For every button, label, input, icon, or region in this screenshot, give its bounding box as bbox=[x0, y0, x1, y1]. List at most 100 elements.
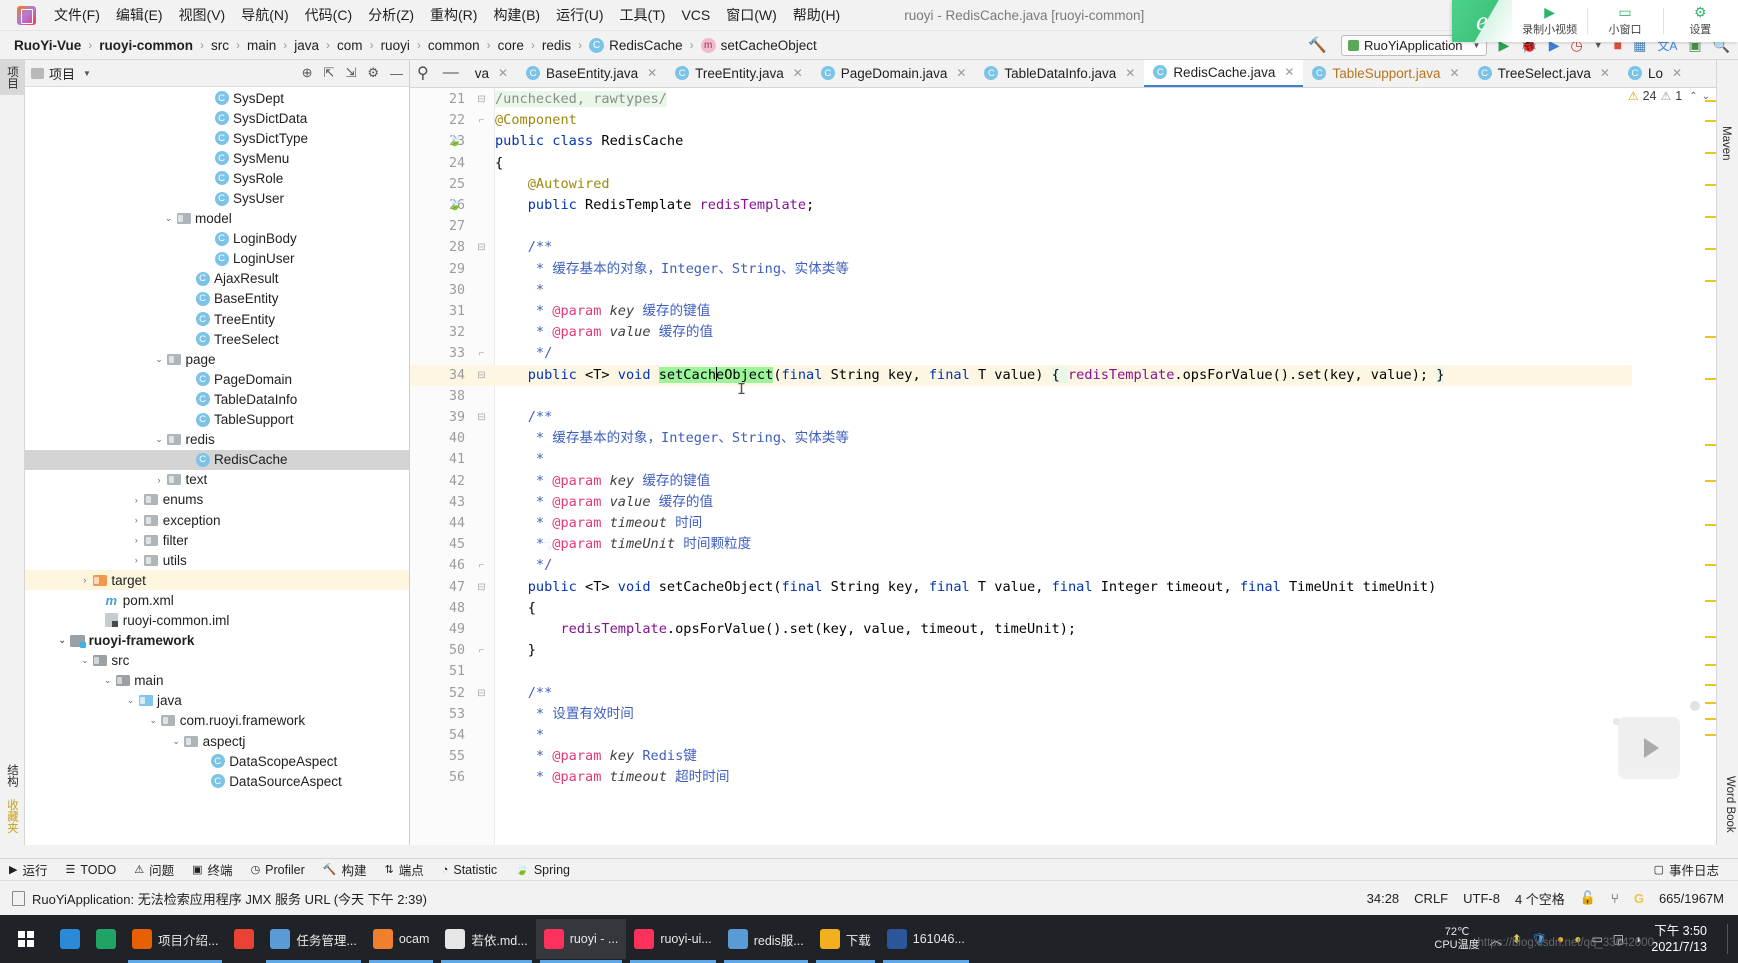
menu-item-12[interactable]: 帮助(H) bbox=[785, 2, 848, 28]
spring-bean-gutter-icon[interactable]: 🍃 bbox=[448, 131, 462, 152]
tree-node-tabledatainfo[interactable]: ›CTableDataInfo bbox=[25, 389, 409, 409]
tool-button-spring[interactable]: 🍃 Spring bbox=[506, 863, 579, 877]
collapse-all-icon[interactable]: ⇱ bbox=[324, 65, 335, 81]
close-tab-icon[interactable]: ✕ bbox=[1450, 66, 1460, 80]
inspection-marker-9[interactable] bbox=[1705, 444, 1716, 447]
inspection-marker-7[interactable] bbox=[1705, 336, 1716, 339]
menu-item-5[interactable]: 分析(Z) bbox=[360, 2, 422, 28]
inspection-marker-19[interactable] bbox=[1705, 734, 1716, 737]
code-line-32[interactable]: * @param value 缓存的值 bbox=[495, 322, 713, 343]
taskbar-ocam-icon[interactable]: ocam bbox=[365, 919, 438, 963]
editor-tab-bar[interactable]: ⚲ — va ✕ C BaseEntity.java ✕ C TreeEntity.java… bbox=[410, 60, 1738, 88]
video-camera-icon[interactable]: ▶ 录制小视频 bbox=[1512, 0, 1587, 42]
taskbar-typora-icon[interactable]: 若依.md... bbox=[437, 919, 535, 963]
code-line-44[interactable]: * @param timeout 时间 bbox=[495, 513, 702, 534]
tool-button-todo[interactable]: ☰ TODO bbox=[56, 863, 125, 877]
tree-node-main[interactable]: ⌄ main bbox=[25, 671, 409, 691]
code-line-25[interactable]: @Autowired bbox=[495, 174, 610, 195]
tool-button--[interactable]: ▣ 终端 bbox=[183, 860, 241, 879]
code-fold-toggle[interactable]: ⊟ bbox=[475, 365, 488, 386]
taskbar-firefox-icon[interactable]: 项目介绍... bbox=[124, 919, 226, 963]
menu-item-0[interactable]: 文件(F) bbox=[46, 2, 108, 28]
project-tree[interactable]: › C SysDept › C SysDictData › C SysDictType › C Sys… bbox=[25, 87, 409, 845]
tree-expand-arrow[interactable]: ⌄ bbox=[170, 736, 183, 747]
tree-node-utils[interactable]: › utils bbox=[25, 550, 409, 570]
status-file-encoding[interactable]: UTF-8 bbox=[1463, 891, 1500, 906]
code-line-41[interactable]: * bbox=[495, 449, 544, 470]
tree-node-sysuser[interactable]: ›CSysUser bbox=[25, 188, 409, 208]
editor-tab-treeselect-java[interactable]: C TreeSelect.java ✕ bbox=[1469, 60, 1619, 87]
editor-tab-baseentity-java[interactable]: C BaseEntity.java ✕ bbox=[517, 60, 666, 87]
status-memory-indicator[interactable]: 665/1967M bbox=[1659, 891, 1724, 906]
taskbar-edge-legacy-icon[interactable] bbox=[88, 919, 124, 959]
tree-node-ajaxresult[interactable]: ›CAjaxResult bbox=[25, 269, 409, 289]
inspection-marker-5[interactable] bbox=[1705, 248, 1716, 251]
code-line-47[interactable]: public <T> void setCacheObject(final Str… bbox=[495, 577, 1437, 598]
code-line-49[interactable]: redisTemplate.opsForValue().set(key, val… bbox=[495, 619, 1076, 640]
cpu-temperature-widget[interactable]: 72℃ CPU温度 bbox=[1434, 926, 1479, 952]
menu-item-6[interactable]: 重构(R) bbox=[422, 2, 485, 28]
taskbar-clock[interactable]: 下午 3:50 2021/7/13 bbox=[1651, 923, 1717, 955]
code-fold-toggle[interactable]: ⊟ bbox=[475, 577, 488, 598]
tree-node-sysdictdata[interactable]: ›CSysDictData bbox=[25, 108, 409, 128]
inspection-marker-15[interactable] bbox=[1705, 664, 1716, 667]
tool-button--[interactable]: ⇅ 端点 bbox=[375, 860, 432, 879]
gear-icon[interactable]: ⚙ 设置 bbox=[1662, 0, 1738, 42]
settings-gear-icon[interactable]: ⚙ bbox=[367, 65, 379, 81]
breadcrumb-item-ruoyi[interactable]: ruoyi bbox=[381, 38, 410, 53]
tool-button-statistic[interactable]: ◔ Statistic bbox=[433, 863, 506, 877]
status-indent[interactable]: 4 个空格 bbox=[1515, 889, 1565, 908]
tree-node-treeselect[interactable]: ›CTreeSelect bbox=[25, 329, 409, 349]
tree-node-com-ruoyi-framework[interactable]: ⌄ com.ruoyi.framework bbox=[25, 711, 409, 731]
breadcrumb-item-ruoyi-vue[interactable]: RuoYi-Vue bbox=[14, 38, 81, 53]
menu-item-9[interactable]: 工具(T) bbox=[612, 2, 674, 28]
code-line-46[interactable]: */ bbox=[495, 555, 552, 576]
tree-expand-arrow[interactable]: ⌄ bbox=[78, 655, 91, 666]
editor-tab-tabledatainfo-java[interactable]: C TableDataInfo.java ✕ bbox=[975, 60, 1144, 87]
close-tab-icon[interactable]: ✕ bbox=[1672, 66, 1682, 80]
screen-recorder-overlay[interactable]: e ▶ 录制小视频 ▭ 小窗口 ⚙ 设置 bbox=[1452, 0, 1738, 42]
code-fold-toggle[interactable]: ⌐ bbox=[475, 640, 488, 661]
code-line-45[interactable]: * @param timeUnit 时间颗粒度 bbox=[495, 534, 751, 555]
editor-tab-tablesupport-java[interactable]: C TableSupport.java ✕ bbox=[1303, 60, 1468, 87]
stripe-button-project[interactable]: 项目 bbox=[0, 60, 24, 95]
menu-item-8[interactable]: 运行(U) bbox=[548, 2, 611, 28]
taskbar-idea-icon-2[interactable]: ruoyi-ui... bbox=[626, 919, 719, 963]
menu-item-2[interactable]: 视图(V) bbox=[171, 2, 234, 28]
code-line-43[interactable]: * @param value 缓存的值 bbox=[495, 492, 713, 513]
tree-node-filter[interactable]: › filter bbox=[25, 530, 409, 550]
tool-button--[interactable]: ▶ 运行 bbox=[0, 860, 56, 879]
close-tab-icon[interactable]: ✕ bbox=[1284, 65, 1294, 79]
breadcrumb-item-src[interactable]: src bbox=[211, 38, 229, 53]
inspection-summary[interactable]: ⚠ 24 ⚠ 1 ⌃ ⌄ bbox=[1628, 89, 1710, 103]
tree-node-rediscache[interactable]: ›CRedisCache bbox=[25, 449, 409, 470]
tree-node-ruoyi-framework[interactable]: ⌄ ruoyi-framework bbox=[25, 631, 409, 651]
code-line-28[interactable]: /** bbox=[495, 237, 553, 258]
tree-node-model[interactable]: ⌄ model bbox=[25, 209, 409, 229]
code-fold-toggle[interactable]: ⊟ bbox=[475, 683, 488, 704]
code-fold-toggle[interactable]: ⊟ bbox=[475, 237, 488, 258]
code-fold-toggle[interactable]: ⌐ bbox=[475, 343, 488, 364]
chevron-down-icon[interactable]: ▼ bbox=[83, 69, 91, 78]
inspection-marker-14[interactable] bbox=[1705, 636, 1716, 639]
menu-item-7[interactable]: 构建(B) bbox=[485, 2, 548, 28]
breadcrumb-item-main[interactable]: main bbox=[247, 38, 276, 53]
tree-node-target[interactable]: › target bbox=[25, 570, 409, 591]
editor-tab-va[interactable]: va ✕ bbox=[466, 60, 517, 87]
code-line-48[interactable]: { bbox=[495, 598, 536, 619]
next-problem-icon[interactable]: ⌄ bbox=[1702, 91, 1710, 102]
tree-node-pagedomain[interactable]: ›CPageDomain bbox=[25, 369, 409, 389]
editor-tab-rediscache-java[interactable]: C RedisCache.java ✕ bbox=[1144, 60, 1304, 87]
code-line-54[interactable]: * bbox=[495, 725, 544, 746]
status-lock-icon[interactable]: 🔓 bbox=[1580, 890, 1596, 906]
editor-tab-pagedomain-java[interactable]: C PageDomain.java ✕ bbox=[812, 60, 976, 87]
close-tab-icon[interactable]: ✕ bbox=[956, 66, 966, 80]
tree-node-page[interactable]: ⌄ page bbox=[25, 349, 409, 369]
tree-expand-arrow[interactable]: ⌄ bbox=[56, 635, 69, 646]
code-line-30[interactable]: * bbox=[495, 280, 544, 301]
breadcrumb-item-rediscache[interactable]: C RedisCache bbox=[589, 37, 683, 53]
inspection-marker-6[interactable] bbox=[1705, 280, 1716, 283]
show-desktop-button[interactable] bbox=[1727, 924, 1730, 954]
code-line-56[interactable]: * @param timeout 超时时间 bbox=[495, 767, 730, 788]
code-line-34[interactable]: public <T> void setCacheObject(final Str… bbox=[495, 365, 1445, 386]
